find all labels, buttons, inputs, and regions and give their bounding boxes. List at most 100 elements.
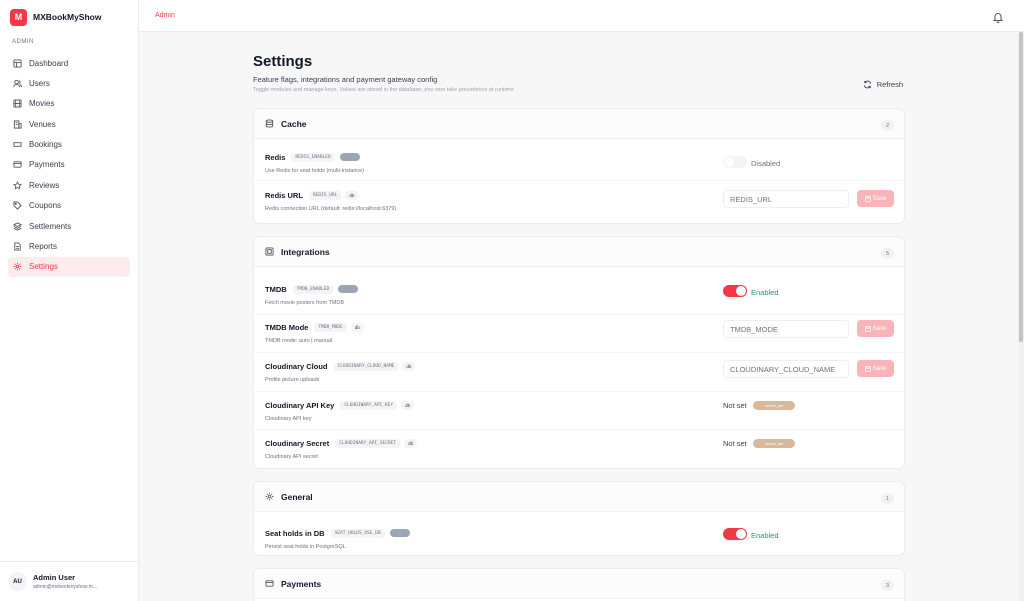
sidebar-item-label: Users — [29, 78, 50, 88]
setting-row-cloudinary-cloud: Cloudinary Cloud CLOUDINARY_CLOUD_NAME d… — [254, 352, 904, 391]
flag-source-pill — [338, 285, 359, 293]
breadcrumb[interactable]: Admin — [155, 12, 175, 19]
source-chip: db — [345, 190, 359, 200]
flag-source-pill — [339, 153, 360, 161]
setting-key-chip: CLOUDINARY_API_KEY — [340, 400, 398, 410]
scrollbar-thumb[interactable] — [1019, 32, 1023, 342]
credit-card-icon — [13, 160, 22, 169]
setting-row-redis-url: Redis URL REDIS_URL db Redis connection … — [254, 180, 904, 220]
setting-key-chip: TMDB_ENABLED — [292, 284, 334, 294]
setting-description: TMDB mode: auto | manual — [265, 338, 333, 344]
toggle-status-label: Enabled — [751, 531, 779, 540]
redis-toggle[interactable] — [723, 156, 747, 168]
save-button[interactable]: Save — [857, 320, 894, 337]
bell-icon[interactable] — [992, 10, 1004, 23]
setting-name: Cloudinary Cloud — [265, 361, 328, 371]
dashboard-icon — [13, 58, 22, 68]
setting-description: Fetch movie posters from TMDB — [265, 300, 345, 306]
sidebar-item-payments[interactable]: Payments — [8, 155, 130, 175]
source-chip: db — [401, 400, 415, 410]
sidebar-item-label: Reports — [29, 242, 58, 252]
gear-icon — [13, 262, 22, 271]
setting-name: Cloudinary Secret — [265, 438, 330, 448]
redis-url-input[interactable] — [723, 190, 849, 208]
tmdb-mode-input[interactable] — [723, 320, 849, 338]
setting-key-chip: CLOUDINARY_CLOUD_NAME — [333, 361, 399, 371]
section-title: Cache — [281, 118, 307, 129]
brand[interactable]: M MXBookMyShow — [10, 8, 101, 26]
setting-row-tmdb-mode: TMDB Mode TMDB_MODE db TMDB mode: auto |… — [254, 314, 904, 352]
setting-name: Cloudinary API Key — [265, 400, 335, 410]
user-profile[interactable]: AU Admin User admin@mxbookmyshow.m... — [0, 561, 139, 601]
document-icon — [13, 242, 22, 251]
sidebar-item-label: Movies — [29, 99, 55, 109]
scrollbar[interactable] — [1018, 32, 1024, 601]
section-count-badge: 2 — [881, 120, 894, 131]
payments-section: Payments 3 — [253, 568, 905, 601]
setting-key-chip: TMDB_MODE — [314, 322, 347, 332]
sidebar-item-label: Coupons — [29, 201, 62, 211]
secret-value: Not set — [723, 401, 747, 410]
general-section-header[interactable]: General 1 — [254, 482, 904, 512]
payments-section-header[interactable]: Payments 3 — [254, 569, 904, 599]
save-icon — [864, 365, 871, 372]
ticket-icon — [13, 140, 22, 149]
toggle-status-label: Enabled — [751, 288, 779, 297]
sidebar-item-label: Settings — [29, 262, 58, 272]
film-icon — [13, 99, 22, 108]
refresh-button[interactable]: Refresh — [863, 77, 903, 91]
sidebar-item-reports[interactable]: Reports — [8, 237, 130, 257]
toggle-knob — [736, 286, 746, 296]
sidebar-item-reviews[interactable]: Reviews — [8, 175, 130, 195]
save-button[interactable]: Save — [857, 360, 894, 377]
star-icon — [13, 180, 22, 190]
setting-name: TMDB Mode — [265, 322, 309, 332]
setting-description: Redis connection URL (default: redis://l… — [265, 206, 397, 212]
integrations-section: Integrations 5 TMDB TMDB_ENABLED Fetch m… — [253, 236, 905, 469]
save-button[interactable]: Save — [857, 190, 894, 207]
refresh-label: Refresh — [876, 79, 903, 89]
setting-name: Seat holds in DB — [265, 528, 325, 538]
save-label: Save — [872, 195, 887, 202]
top-bar: Admin — [139, 0, 1024, 32]
section-count-badge: 3 — [881, 580, 894, 591]
tmdb-toggle[interactable] — [723, 285, 747, 297]
setting-name: TMDB — [265, 284, 287, 294]
setting-row-cloudinary-api-key: Cloudinary API Key CLOUDINARY_API_KEY db… — [254, 391, 904, 429]
cache-section: Cache 2 Redis REDIS_ENABLED Use Redis fo… — [253, 108, 905, 224]
section-title: General — [281, 491, 313, 502]
sidebar-item-users[interactable]: Users — [8, 73, 130, 93]
seat-holds-toggle[interactable] — [723, 528, 747, 540]
sidebar-item-settings[interactable]: Settings — [8, 256, 130, 277]
cache-section-header[interactable]: Cache 2 — [254, 109, 904, 139]
setting-description: Use Redis for seat holds (multi-instance… — [265, 168, 365, 174]
sidebar-item-label: Bookings — [29, 140, 62, 150]
sidebar-item-movies[interactable]: Movies — [8, 94, 130, 114]
integrations-section-header[interactable]: Integrations 5 — [254, 237, 904, 267]
gear-icon — [265, 492, 274, 501]
section-count-badge: 1 — [881, 493, 894, 504]
toggle-status-label: Disabled — [751, 159, 781, 168]
save-icon — [864, 195, 871, 202]
sidebar-item-label: Settlements — [29, 221, 72, 231]
sidebar-item-settlements[interactable]: Settlements — [8, 216, 130, 236]
section-title: Payments — [281, 578, 322, 589]
user-email: admin@mxbookmyshow.m... — [33, 584, 97, 590]
sidebar-item-bookings[interactable]: Bookings — [8, 135, 130, 155]
setting-key-chip: SEAT_HOLDS_USE_DB — [330, 528, 385, 538]
tag-icon — [13, 201, 22, 210]
user-name: Admin User — [33, 573, 76, 582]
sidebar-item-dashboard[interactable]: Dashboard — [8, 53, 130, 73]
sidebar-nav: Dashboard Users Movies Venues Bookings P… — [8, 53, 130, 277]
users-icon — [13, 79, 22, 88]
setting-row-seat-holds: Seat holds in DB SEAT_HOLDS_USE_DB Persi… — [254, 513, 904, 556]
sidebar-item-venues[interactable]: Venues — [8, 114, 130, 134]
setting-key-chip: REDIS_URL — [308, 190, 342, 200]
toggle-knob — [724, 157, 734, 167]
general-section: General 1 Seat holds in DB SEAT_HOLDS_US… — [253, 481, 905, 556]
sidebar-item-label: Venues — [29, 119, 56, 129]
sidebar-item-label: Reviews — [29, 180, 60, 190]
cloudinary-cloud-input[interactable] — [723, 360, 849, 378]
sidebar-item-coupons[interactable]: Coupons — [8, 196, 130, 216]
page-hint: Toggle modules and manage keys. Values a… — [253, 87, 515, 93]
